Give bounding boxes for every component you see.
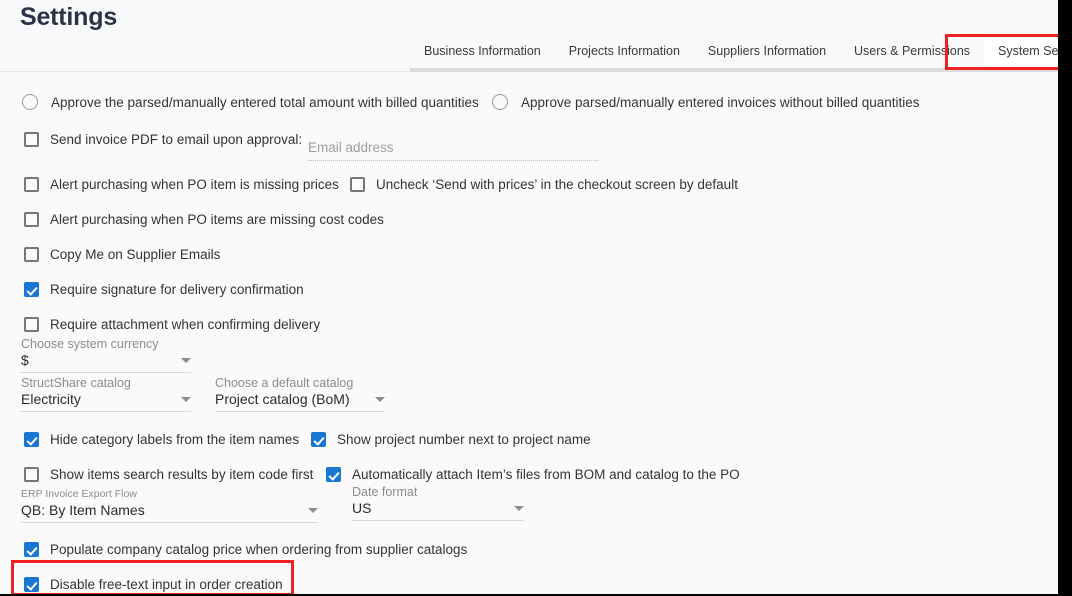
checkbox-show-project-number-label: Show project number next to project name (337, 432, 591, 447)
checkbox-alert-missing-cost-codes[interactable]: Alert purchasing when PO items are missi… (24, 212, 384, 227)
settings-app: Settings Business Information Projects I… (0, 0, 1058, 594)
email-address-underline (308, 159, 598, 161)
checkbox-require-attachment[interactable]: Require attachment when confirming deliv… (24, 317, 320, 332)
select-date-format-underline (352, 520, 524, 521)
select-system-currency[interactable]: Choose system currency $ (21, 336, 191, 373)
select-default-catalog-value-row[interactable]: Project catalog (BoM) (215, 391, 385, 411)
chevron-down-icon[interactable] (375, 396, 385, 402)
chevron-down-icon[interactable] (514, 505, 524, 511)
checkbox-search-by-item-code-control[interactable] (24, 467, 39, 482)
select-default-catalog-label: Choose a default catalog (215, 376, 354, 390)
page-header: Settings Business Information Projects I… (0, 0, 1058, 72)
email-address-placeholder[interactable]: Email address (308, 140, 598, 159)
chevron-down-icon[interactable] (181, 357, 191, 363)
checkbox-require-signature[interactable]: Require signature for delivery confirmat… (24, 282, 304, 297)
select-structshare-catalog-value: Electricity (21, 391, 81, 407)
radio-approve-total-amount[interactable]: Approve the parsed/manually entered tota… (22, 94, 479, 110)
checkbox-copy-me-supplier-emails-control[interactable] (24, 247, 39, 262)
checkbox-send-invoice-pdf[interactable]: Send invoice PDF to email upon approval: (24, 132, 302, 147)
select-date-format-value-row[interactable]: US (352, 500, 524, 520)
checkbox-alert-missing-cost-codes-label: Alert purchasing when PO items are missi… (50, 212, 384, 227)
tab-business-information[interactable]: Business Information (410, 38, 555, 66)
select-default-catalog[interactable]: Choose a default catalog Project catalog… (215, 375, 385, 412)
checkbox-disable-free-text-control[interactable] (24, 577, 39, 592)
select-erp-invoice-export-flow-underline (21, 522, 318, 523)
email-address-field[interactable]: Email address (308, 140, 598, 161)
tab-projects-information[interactable]: Projects Information (555, 38, 694, 66)
radio-approve-without-quantities[interactable]: Approve parsed/manually entered invoices… (492, 94, 920, 110)
radio-approve-total-amount-label: Approve the parsed/manually entered tota… (51, 94, 479, 110)
select-date-format-label: Date format (352, 485, 418, 499)
system-settings-panel: Approve the parsed/manually entered tota… (0, 72, 1058, 594)
select-erp-invoice-export-flow-value-row[interactable]: QB: By Item Names (21, 502, 318, 522)
checkbox-send-invoice-pdf-control[interactable] (24, 132, 39, 147)
radio-approve-without-quantities-label: Approve parsed/manually entered invoices… (521, 94, 920, 110)
select-erp-invoice-export-flow-label: ERP Invoice Export Flow (21, 488, 137, 500)
select-erp-invoice-export-flow-value: QB: By Item Names (21, 502, 145, 518)
checkbox-alert-missing-prices-control[interactable] (24, 177, 39, 192)
checkbox-uncheck-send-with-prices-label: Uncheck ‘Send with prices’ in the checko… (376, 177, 738, 192)
checkbox-auto-attach-files[interactable]: Automatically attach Item’s files from B… (326, 467, 740, 482)
select-erp-invoice-export-flow[interactable]: ERP Invoice Export Flow QB: By Item Name… (21, 486, 318, 523)
settings-tabs: Business Information Projects Informatio… (410, 38, 1058, 66)
checkbox-require-attachment-control[interactable] (24, 317, 39, 332)
checkbox-show-project-number[interactable]: Show project number next to project name (311, 432, 591, 447)
checkbox-alert-missing-cost-codes-control[interactable] (24, 212, 39, 227)
radio-approve-total-amount-control[interactable] (22, 94, 38, 110)
checkbox-alert-missing-prices[interactable]: Alert purchasing when PO item is missing… (24, 177, 339, 192)
checkbox-require-attachment-label: Require attachment when confirming deliv… (50, 317, 321, 332)
checkbox-search-by-item-code[interactable]: Show items search results by item code f… (24, 467, 313, 482)
checkbox-alert-missing-prices-label: Alert purchasing when PO item is missing… (50, 177, 339, 192)
select-system-currency-underline (21, 372, 191, 373)
select-structshare-catalog[interactable]: StructShare catalog Electricity (21, 375, 191, 412)
checkbox-send-invoice-pdf-label: Send invoice PDF to email upon approval: (50, 132, 303, 147)
checkbox-show-project-number-control[interactable] (311, 432, 326, 447)
select-default-catalog-underline (215, 411, 385, 412)
right-edge-band (1058, 0, 1072, 596)
checkbox-auto-attach-files-control[interactable] (326, 467, 341, 482)
page-title: Settings (20, 3, 118, 31)
select-system-currency-label: Choose system currency (21, 337, 159, 351)
tab-system-settings[interactable]: System Settings (984, 38, 1058, 66)
tab-suppliers-information[interactable]: Suppliers Information (694, 38, 840, 66)
select-system-currency-value: $ (21, 352, 29, 368)
select-date-format-value: US (352, 500, 372, 516)
radio-approve-without-quantities-control[interactable] (492, 94, 508, 110)
checkbox-copy-me-supplier-emails-label: Copy Me on Supplier Emails (50, 247, 221, 262)
checkbox-require-signature-control[interactable] (24, 282, 39, 297)
checkbox-populate-catalog-price[interactable]: Populate company catalog price when orde… (24, 542, 467, 557)
select-structshare-catalog-label: StructShare catalog (21, 376, 131, 390)
select-structshare-catalog-value-row[interactable]: Electricity (21, 391, 191, 411)
checkbox-require-signature-label: Require signature for delivery confirmat… (50, 282, 304, 297)
checkbox-auto-attach-files-label: Automatically attach Item’s files from B… (352, 467, 740, 482)
chevron-down-icon[interactable] (308, 507, 318, 513)
checkbox-populate-catalog-price-control[interactable] (24, 542, 39, 557)
checkbox-hide-category-labels-control[interactable] (24, 432, 39, 447)
chevron-down-icon[interactable] (181, 396, 191, 402)
select-structshare-catalog-underline (21, 411, 191, 412)
checkbox-populate-catalog-price-label: Populate company catalog price when orde… (50, 542, 468, 557)
checkbox-uncheck-send-with-prices[interactable]: Uncheck ‘Send with prices’ in the checko… (350, 177, 738, 192)
checkbox-disable-free-text-label: Disable free-text input in order creatio… (50, 577, 283, 592)
checkbox-uncheck-send-with-prices-control[interactable] (350, 177, 365, 192)
select-default-catalog-value: Project catalog (BoM) (215, 391, 350, 407)
checkbox-search-by-item-code-label: Show items search results by item code f… (50, 467, 314, 482)
select-date-format[interactable]: Date format US (352, 484, 524, 521)
checkbox-disable-free-text[interactable]: Disable free-text input in order creatio… (24, 577, 283, 592)
checkbox-hide-category-labels[interactable]: Hide category labels from the item names (24, 432, 299, 447)
select-system-currency-value-row[interactable]: $ (21, 352, 191, 372)
checkbox-copy-me-supplier-emails[interactable]: Copy Me on Supplier Emails (24, 247, 220, 262)
checkbox-hide-category-labels-label: Hide category labels from the item names (50, 432, 300, 447)
tab-users-permissions[interactable]: Users & Permissions (840, 38, 984, 66)
